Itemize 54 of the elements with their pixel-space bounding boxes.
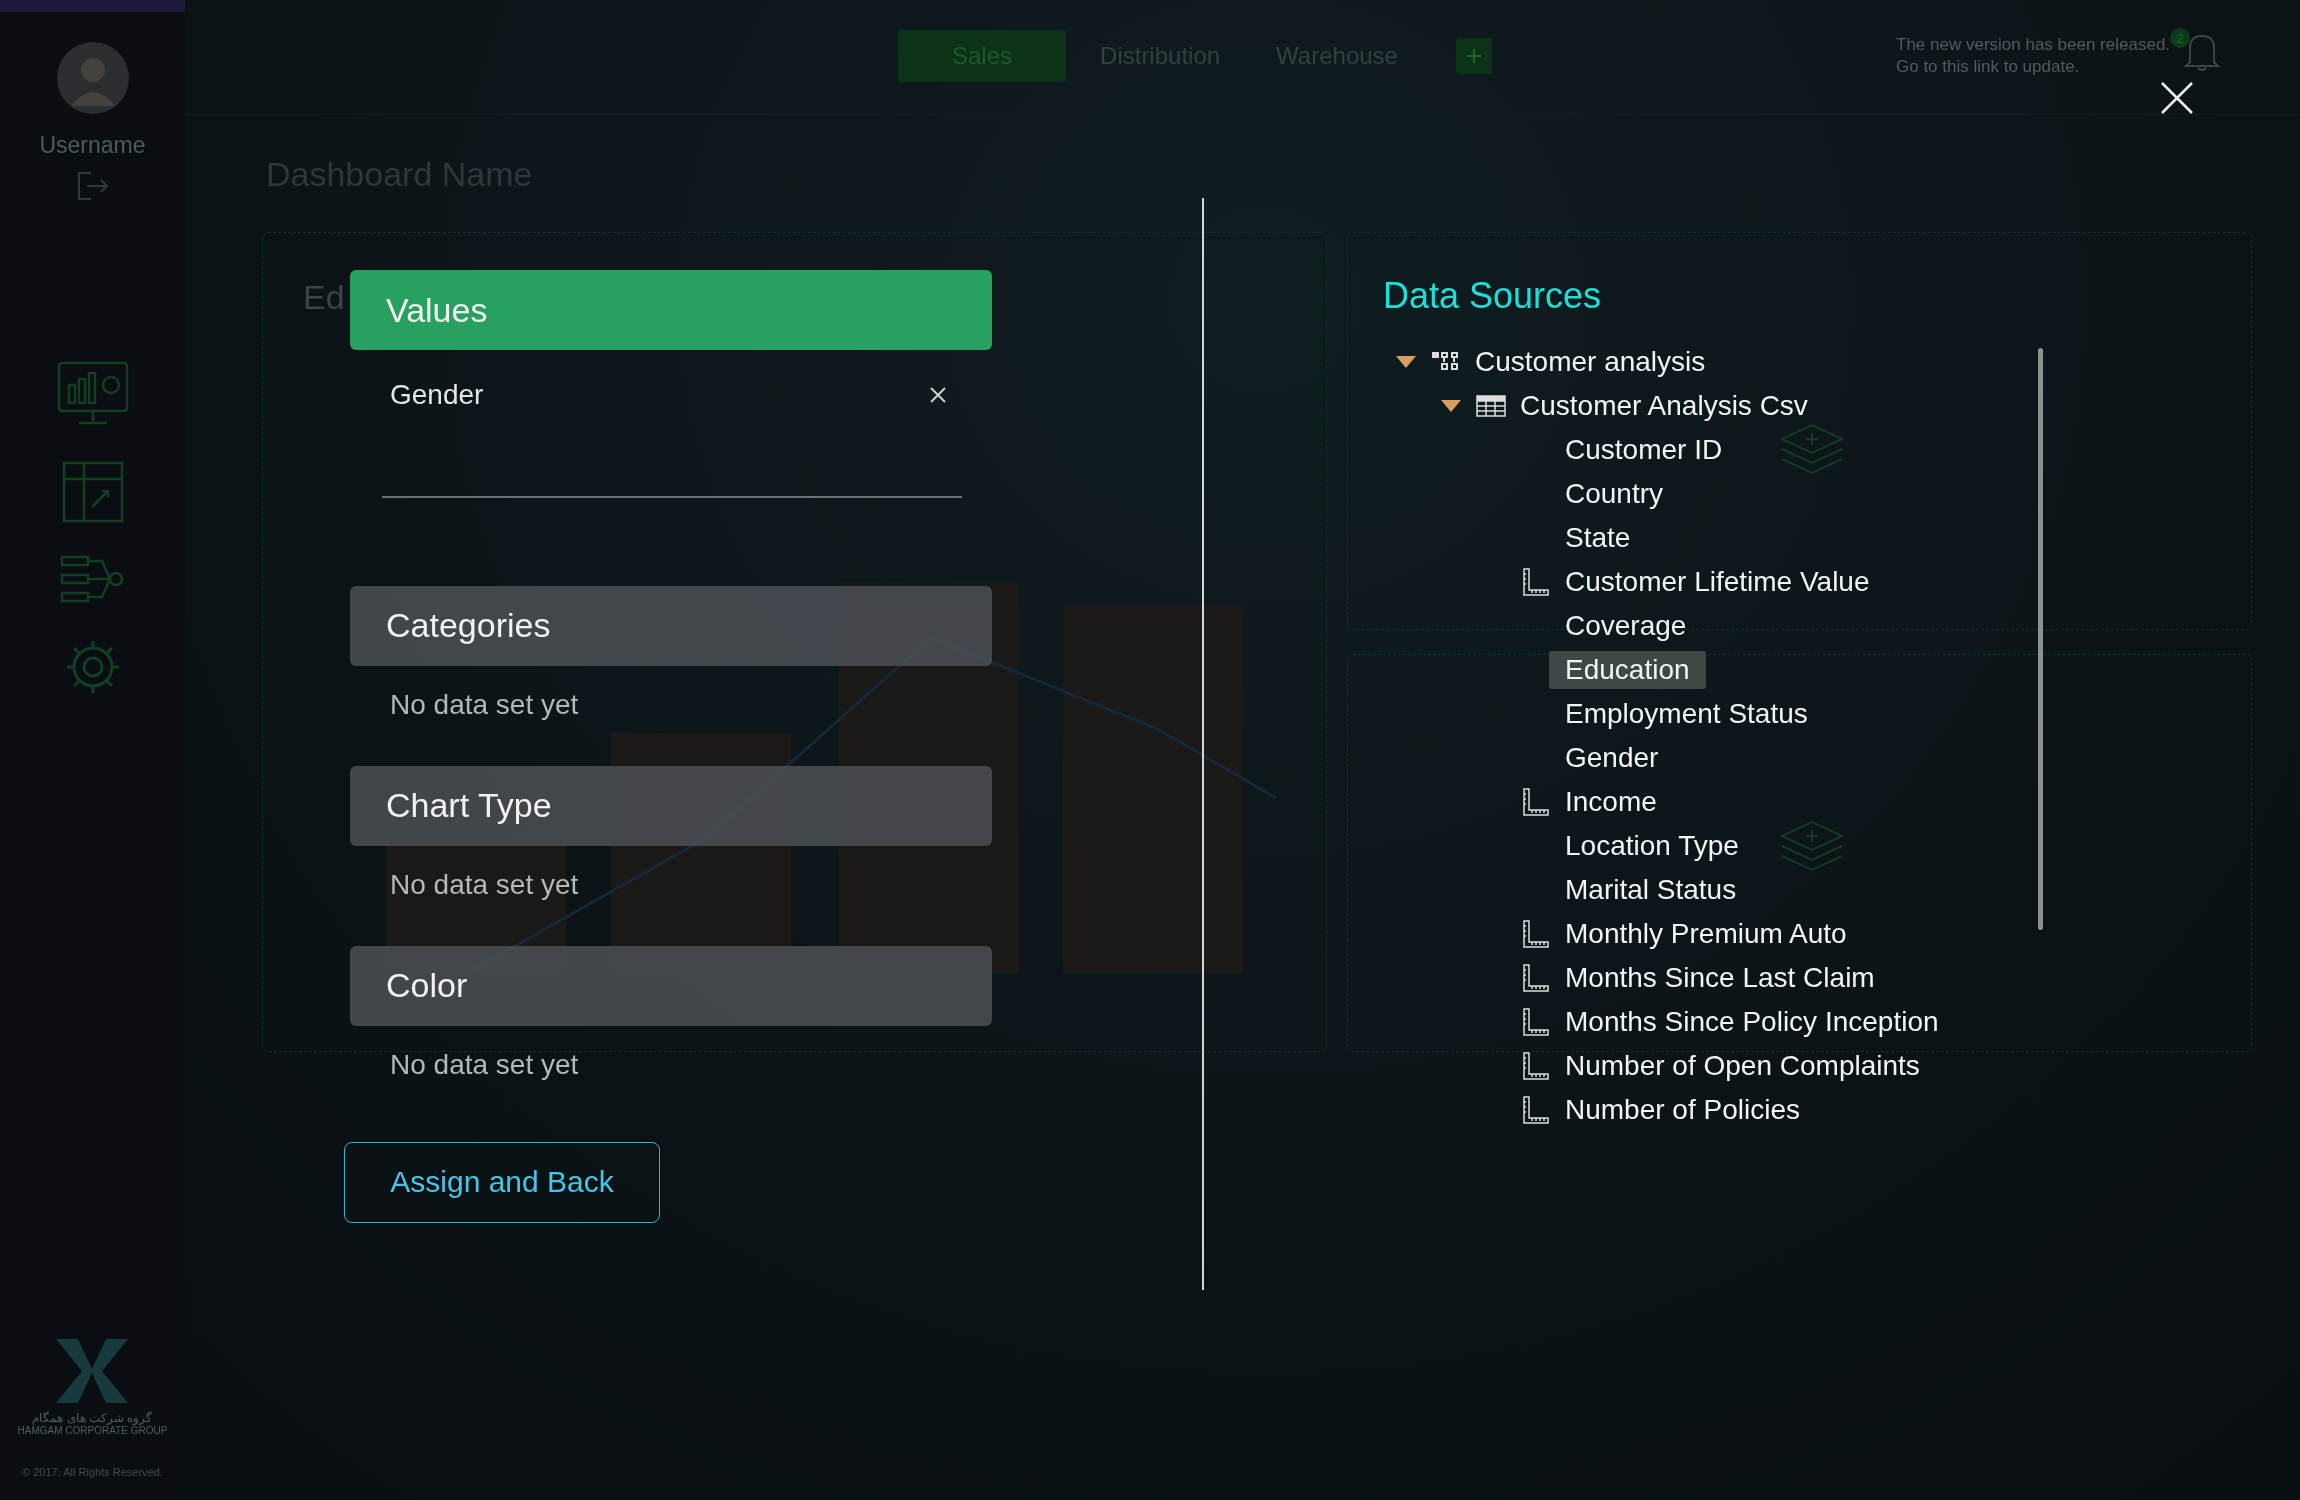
logo-text: HAMGAM CORPORATE GROUP <box>17 1425 168 1436</box>
data-sources-title: Data Sources <box>1383 274 1602 318</box>
layers-icon <box>1780 820 1844 874</box>
ruler-icon <box>1523 568 1549 596</box>
section-header[interactable]: Chart Type <box>350 765 992 846</box>
tree-item[interactable]: Customer Lifetime Value <box>1565 563 1870 601</box>
caret-icon[interactable] <box>1396 356 1416 368</box>
tree-item[interactable]: Marital Status <box>1565 871 1737 909</box>
ruler-icon <box>1523 1052 1549 1080</box>
ruler-icon <box>1523 788 1549 816</box>
empty-message: No data set yet <box>389 867 580 902</box>
username: Username <box>39 132 146 159</box>
tree-item[interactable]: Country <box>1565 475 1664 513</box>
logout-icon[interactable] <box>76 171 109 201</box>
tree-item[interactable]: Coverage <box>1565 607 1687 645</box>
add-tab-button[interactable] <box>1455 38 1492 74</box>
section-header[interactable]: Categories <box>350 585 992 666</box>
scrollbar[interactable] <box>2038 348 2043 930</box>
tree-item[interactable]: Customer analysis <box>1475 343 1706 381</box>
ruler-icon <box>1523 920 1549 948</box>
hierarchy-icon <box>1432 352 1460 372</box>
avatar[interactable] <box>56 42 129 114</box>
table-icon <box>1476 395 1506 417</box>
tree-item[interactable]: Months Since Policy Inception <box>1565 1003 1939 1041</box>
tree-item[interactable]: Employment Status <box>1565 695 1808 733</box>
tree-item[interactable]: Education <box>1549 651 1706 689</box>
caret-icon[interactable] <box>1441 400 1461 412</box>
tree-item[interactable]: Months Since Last Claim <box>1565 959 1875 997</box>
copyright: © 2017. All Rights Reserved. <box>22 1466 163 1478</box>
ruler-icon <box>1523 964 1549 992</box>
logo-text: گروه شرکت های همگام <box>32 1411 153 1425</box>
close-icon[interactable] <box>2161 82 2193 114</box>
tree-item[interactable]: Customer ID <box>1565 431 1723 469</box>
empty-message: No data set yet <box>389 687 580 722</box>
table-chart-icon[interactable] <box>61 461 124 523</box>
remove-icon[interactable] <box>930 387 946 403</box>
assigned-field: Gender <box>390 379 484 411</box>
tree-item[interactable]: State <box>1565 519 1631 557</box>
tree-item[interactable]: Customer Analysis Csv <box>1520 387 1808 425</box>
assign-and-back-button[interactable]: Assign and Back <box>344 1141 660 1223</box>
tree-item[interactable]: Number of Open Complaints <box>1565 1047 1920 1085</box>
ruler-icon <box>1523 1096 1549 1124</box>
tree-item[interactable]: Monthly Premium Auto <box>1565 915 1847 953</box>
empty-message: No data set yet <box>389 1047 580 1082</box>
tree-item[interactable]: Number of Policies <box>1565 1091 1800 1129</box>
ruler-icon <box>1523 1008 1549 1036</box>
flow-icon[interactable] <box>59 555 126 605</box>
logo-icon <box>56 1339 129 1403</box>
tree-item[interactable]: Gender <box>1565 739 1659 777</box>
plus-icon <box>1465 48 1482 64</box>
layers-icon <box>1780 423 1844 477</box>
tree-item[interactable]: Income <box>1565 783 1657 821</box>
section-header[interactable]: Color <box>350 945 992 1026</box>
tree-item[interactable]: Location Type <box>1565 827 1739 865</box>
